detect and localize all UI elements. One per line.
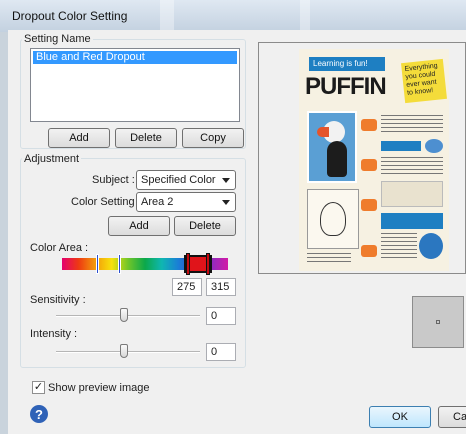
color-setting-label: Color Setting : bbox=[71, 196, 141, 208]
area-marker[interactable] bbox=[118, 254, 121, 274]
intensity-slider-thumb[interactable] bbox=[120, 344, 128, 358]
poster-heading-bar bbox=[381, 141, 421, 151]
cancel-button[interactable]: Ca bbox=[438, 406, 466, 428]
poster-note: Everything you could ever want to know! bbox=[401, 58, 447, 104]
help-icon[interactable]: ? bbox=[30, 405, 48, 423]
range-start-handle[interactable] bbox=[186, 253, 190, 275]
add-setting-button[interactable]: Add bbox=[48, 128, 110, 148]
preview-image: Learning is fun! PUFFIN Everything you c… bbox=[299, 49, 449, 271]
sensitivity-track[interactable] bbox=[56, 315, 200, 317]
poster-badge bbox=[361, 199, 377, 211]
dialog-body: Setting Name Blue and Red Dropout Add De… bbox=[8, 30, 466, 434]
poster-badge bbox=[361, 119, 377, 131]
title-bar: Dropout Color Setting bbox=[0, 0, 466, 32]
checkmark-icon: ✓ bbox=[33, 381, 44, 393]
delete-area-button[interactable]: Delete bbox=[174, 216, 236, 236]
poster-text-block bbox=[381, 115, 443, 135]
color-area-start-input[interactable]: 275 bbox=[172, 278, 202, 296]
subject-label: Subject : bbox=[92, 174, 135, 186]
subject-value: Specified Color bbox=[141, 174, 216, 186]
color-setting-select[interactable]: Area 2 bbox=[136, 192, 236, 212]
intensity-input[interactable]: 0 bbox=[206, 343, 236, 361]
show-preview-checkbox[interactable]: ✓ bbox=[32, 381, 45, 394]
chevron-down-icon bbox=[222, 200, 230, 205]
titlebar-highlight bbox=[300, 0, 310, 32]
color-area-label: Color Area : bbox=[30, 242, 89, 254]
color-setting-value: Area 2 bbox=[141, 196, 174, 208]
poster-icons bbox=[381, 181, 443, 207]
intensity-label: Intensity : bbox=[30, 328, 78, 340]
poster-text-block bbox=[381, 233, 417, 259]
poster-blue-box bbox=[381, 213, 443, 229]
delete-setting-button[interactable]: Delete bbox=[115, 128, 177, 148]
intensity-track[interactable] bbox=[56, 351, 200, 353]
ok-button[interactable]: OK bbox=[369, 406, 431, 428]
poster-badge bbox=[361, 245, 377, 257]
add-area-button[interactable]: Add bbox=[108, 216, 170, 236]
setting-name-list[interactable]: Blue and Red Dropout bbox=[30, 48, 240, 122]
poster-badge bbox=[361, 159, 377, 171]
poster-caption bbox=[307, 253, 351, 265]
swatch-center-marker bbox=[436, 320, 440, 324]
poster-banner: Learning is fun! bbox=[309, 57, 385, 71]
copy-setting-button[interactable]: Copy bbox=[182, 128, 244, 148]
window-title: Dropout Color Setting bbox=[12, 9, 128, 23]
sensitivity-label: Sensitivity : bbox=[30, 294, 86, 306]
poster-text-block bbox=[381, 157, 443, 175]
show-preview-label[interactable]: Show preview image bbox=[48, 382, 150, 394]
adjustment-label: Adjustment bbox=[22, 153, 82, 165]
range-end-handle[interactable] bbox=[206, 253, 210, 275]
setting-name-label: Setting Name bbox=[22, 33, 93, 45]
list-item[interactable]: Blue and Red Dropout bbox=[33, 51, 237, 64]
subject-select[interactable]: Specified Color bbox=[136, 170, 236, 190]
poster-drawing bbox=[307, 189, 359, 249]
color-area-end-input[interactable]: 315 bbox=[206, 278, 236, 296]
color-preview-swatch bbox=[412, 296, 464, 348]
sensitivity-input[interactable]: 0 bbox=[206, 307, 236, 325]
chevron-down-icon bbox=[222, 178, 230, 183]
poster-map bbox=[425, 139, 443, 153]
area-marker[interactable] bbox=[96, 254, 99, 274]
puffin-photo bbox=[307, 111, 357, 183]
poster-title: PUFFIN bbox=[305, 73, 387, 100]
poster-puffin-circle bbox=[419, 233, 443, 259]
sensitivity-slider-thumb[interactable] bbox=[120, 308, 128, 322]
titlebar-highlight bbox=[160, 0, 174, 32]
preview-image-frame: Learning is fun! PUFFIN Everything you c… bbox=[258, 42, 466, 274]
